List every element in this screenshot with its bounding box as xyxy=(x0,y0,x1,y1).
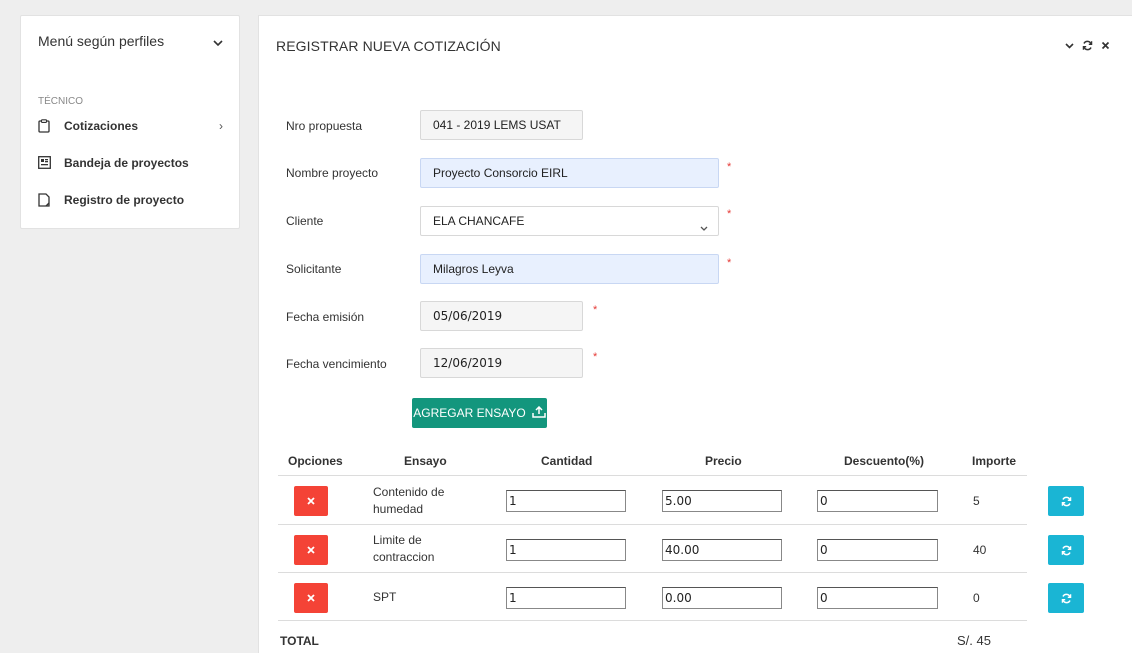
sidebar-item-label: Registro de proyecto xyxy=(64,193,185,207)
sidebar-section-tecnico: TÉCNICO xyxy=(38,96,83,107)
sidebar-item-bandeja[interactable]: Bandeja de proyectos xyxy=(38,153,223,173)
upload-icon xyxy=(531,405,546,421)
page-title: REGISTRAR NUEVA COTIZACIÓN xyxy=(276,38,501,54)
tray-icon xyxy=(38,156,52,170)
nombre-proyecto-label: Nombre proyecto xyxy=(286,166,379,180)
table-row: Contenido de humedad 1 5.00 0 5 xyxy=(278,476,1086,524)
collapse-icon[interactable] xyxy=(1065,42,1074,49)
cliente-label: Cliente xyxy=(286,214,324,228)
col-header-descuento: Descuento(%) xyxy=(844,454,925,468)
fecha-emision-label: Fecha emisión xyxy=(286,310,365,324)
cliente-selected-value: ELA CHANCAFE xyxy=(433,214,525,228)
agregar-ensayo-label: AGREGAR ENSAYO xyxy=(413,406,526,420)
col-header-importe: Importe xyxy=(972,454,1017,468)
descuento-input[interactable]: 0 xyxy=(817,490,938,512)
importe-value: 0 xyxy=(973,591,980,605)
quote-panel: REGISTRAR NUEVA COTIZACIÓN Nro propuesta… xyxy=(258,15,1132,653)
ensayo-line: Limite de xyxy=(373,533,422,547)
ensayo-cell: Contenido de humedad xyxy=(373,484,444,518)
fecha-vencimiento-input[interactable]: 12/06/2019 xyxy=(420,348,583,378)
required-mark: * xyxy=(593,304,598,316)
required-mark: * xyxy=(727,208,732,220)
fecha-emision-input[interactable]: 05/06/2019 xyxy=(420,301,583,331)
sidebar-menu: Menú según perfiles TÉCNICO Cotizaciones… xyxy=(20,15,240,229)
total-value: S/. 45 xyxy=(957,633,991,648)
ensayo-cell: SPT xyxy=(373,589,396,606)
required-mark: * xyxy=(727,257,732,269)
delete-row-button[interactable] xyxy=(294,486,328,516)
col-header-ensayo: Ensayo xyxy=(404,454,447,468)
panel-controls xyxy=(1065,40,1110,51)
nombre-proyecto-input[interactable]: Proyecto Consorcio EIRL xyxy=(420,158,719,188)
cantidad-input[interactable]: 1 xyxy=(506,490,626,512)
descuento-input[interactable]: 0 xyxy=(817,587,938,609)
sidebar-item-registro[interactable]: Registro de proyecto xyxy=(38,190,223,210)
ensayo-line: SPT xyxy=(373,590,397,604)
cliente-select[interactable]: ELA CHANCAFE xyxy=(420,206,719,236)
cantidad-input[interactable]: 1 xyxy=(506,539,626,561)
recalculate-row-button[interactable] xyxy=(1048,535,1084,565)
chevron-right-icon: › xyxy=(219,119,223,133)
importe-value: 40 xyxy=(973,543,987,557)
agregar-ensayo-button[interactable]: AGREGAR ENSAYO xyxy=(412,398,547,428)
required-mark: * xyxy=(727,161,732,173)
table-row: SPT 1 0.00 0 0 xyxy=(278,573,1086,621)
ensayo-line: Contenido de xyxy=(373,485,445,499)
ensayo-line: contraccion xyxy=(373,550,435,564)
col-header-precio: Precio xyxy=(705,454,742,468)
col-header-opciones: Opciones xyxy=(288,454,343,468)
total-label: TOTAL xyxy=(280,634,319,648)
chevron-down-icon xyxy=(700,220,708,234)
precio-input[interactable]: 0.00 xyxy=(662,587,782,609)
sidebar-item-label: Cotizaciones xyxy=(64,119,139,133)
required-mark: * xyxy=(593,351,598,363)
col-header-cantidad: Cantidad xyxy=(541,454,593,468)
chevron-down-icon[interactable] xyxy=(213,33,223,49)
delete-row-button[interactable] xyxy=(294,583,328,613)
solicitante-input[interactable]: Milagros Leyva xyxy=(420,254,719,284)
table-row: Limite de contraccion 1 40.00 0 40 xyxy=(278,525,1086,573)
ensayo-line: humedad xyxy=(373,502,424,516)
solicitante-label: Solicitante xyxy=(286,262,342,276)
delete-row-button[interactable] xyxy=(294,535,328,565)
descuento-input[interactable]: 0 xyxy=(817,539,938,561)
sidebar-item-cotizaciones[interactable]: Cotizaciones › xyxy=(38,116,223,136)
precio-input[interactable]: 40.00 xyxy=(662,539,782,561)
document-icon xyxy=(38,193,52,207)
cantidad-input[interactable]: 1 xyxy=(506,587,626,609)
nro-propuesta-label: Nro propuesta xyxy=(286,119,363,133)
recalculate-row-button[interactable] xyxy=(1048,583,1084,613)
sidebar-item-label: Bandeja de proyectos xyxy=(64,156,189,170)
clipboard-icon xyxy=(38,119,52,133)
precio-input[interactable]: 5.00 xyxy=(662,490,782,512)
importe-value: 5 xyxy=(973,494,980,508)
nro-propuesta-field[interactable]: 041 - 2019 LEMS USAT xyxy=(420,110,583,140)
fecha-vencimiento-label: Fecha vencimiento xyxy=(286,357,387,371)
refresh-icon[interactable] xyxy=(1082,40,1093,51)
sidebar-header-label: Menú según perfiles xyxy=(38,33,165,49)
close-icon[interactable] xyxy=(1101,41,1110,50)
table-divider xyxy=(278,620,1027,621)
sidebar-header[interactable]: Menú según perfiles xyxy=(38,33,223,49)
ensayo-cell: Limite de contraccion xyxy=(373,532,434,566)
recalculate-row-button[interactable] xyxy=(1048,486,1084,516)
